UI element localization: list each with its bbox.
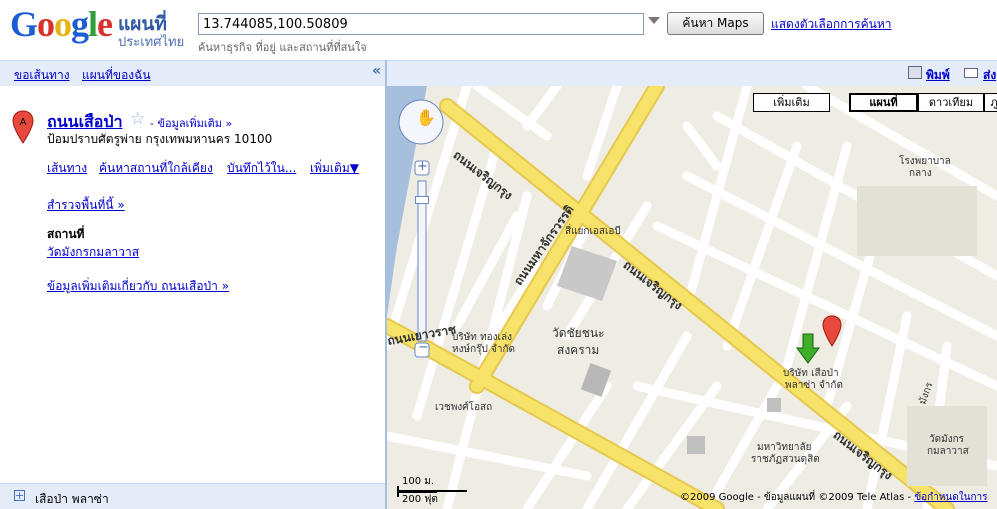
- map-label-company: หงษ์กรุ๊ป จำกัด: [452, 344, 516, 355]
- search-hint: ค้นหาธุรกิจ ที่อยู่ และสถานที่ที่สนใจ: [198, 41, 367, 54]
- map-toolbar: พิมพ์ ส่ง: [387, 60, 997, 86]
- action-directions[interactable]: เส้นทาง: [47, 159, 87, 178]
- map-label-university: ราชภัฏสวนดุสิต: [751, 454, 820, 465]
- star-icon[interactable]: ☆: [130, 109, 145, 129]
- map-canvas[interactable]: ถนนมหาจักรวรรดิ ถนนเจริญกรุง ถนนเจริญกรุ…: [387, 86, 997, 509]
- map-label-pharmacy: เวชพงศ์โอสถ: [435, 402, 493, 413]
- zoom-in-icon[interactable]: +: [417, 159, 428, 174]
- tab-my-maps[interactable]: แผนที่ของฉัน: [82, 66, 151, 85]
- action-search-nearby[interactable]: ค้นหาสถานที่ใกล้เคียง: [99, 159, 213, 178]
- maptype-more-button[interactable]: เพิ่มเติม: [753, 93, 830, 112]
- place-link-wat-mangkon[interactable]: วัดมังกรกมลาวาส: [47, 243, 139, 262]
- footer-label: เสือป่า พลาซ่า: [35, 492, 109, 506]
- collapse-panel-icon[interactable]: «: [372, 63, 381, 79]
- zoom-slider-handle[interactable]: [415, 196, 429, 204]
- mail-icon[interactable]: [964, 68, 978, 78]
- search-options-link[interactable]: แสดงตัวเลือกการค้นหา: [771, 15, 892, 34]
- left-footer[interactable]: + เสือป่า พลาซ่า: [0, 483, 385, 509]
- more-about-link[interactable]: ข้อมูลเพิ่มเติมเกี่ยวกับ ถนนเสือป่า »: [47, 277, 229, 296]
- maptype-satellite-button[interactable]: ดาวเทียม: [918, 93, 984, 112]
- printer-icon[interactable]: [908, 66, 922, 79]
- header: Google แผนที่ ประเทศไทย ค้นหา Maps แสดงต…: [0, 0, 997, 60]
- left-panel-tabs: ขอเส้นทาง แผนที่ของฉัน «: [0, 60, 385, 86]
- scale-imperial: 200 ฟุต: [402, 494, 438, 505]
- explore-area-link[interactable]: สำรวจพื้นที่นี้ »: [47, 196, 125, 215]
- map-roads: [387, 86, 997, 509]
- left-panel: A ถนนเสือป่า ☆ - ข้อมูลเพิ่มเติม » ป้อมป…: [0, 86, 385, 483]
- logo-subtitle-country: ประเทศไทย: [118, 35, 185, 50]
- pan-hand-icon[interactable]: ✋: [416, 108, 436, 127]
- map-copyright: ©2009 Google - ข้อมูลแผนที่ ©2009 Tele A…: [680, 490, 988, 505]
- send-link[interactable]: ส่ง: [983, 66, 996, 85]
- print-link[interactable]: พิมพ์: [926, 66, 950, 85]
- map-label-wat: กมลาวาส: [927, 446, 969, 457]
- search-input[interactable]: [198, 13, 644, 35]
- maptype-terrain-button[interactable]: ภู: [984, 93, 997, 112]
- scale-metric: 100 ม.: [402, 476, 435, 487]
- terms-link[interactable]: ข้อกำหนดในการ: [914, 492, 987, 503]
- google-logo[interactable]: Google: [10, 4, 113, 44]
- plus-icon[interactable]: +: [14, 490, 25, 501]
- places-heading: สถานที่: [47, 227, 85, 241]
- zoom-out-icon[interactable]: −: [418, 340, 429, 355]
- action-save-to[interactable]: บันทึกไว้ใน...: [227, 159, 296, 178]
- marker-a-icon[interactable]: A: [12, 110, 34, 144]
- copyright-text: ©2009 Google - ข้อมูลแผนที่ ©2009 Tele A…: [680, 492, 912, 503]
- marker-letter: A: [20, 117, 27, 128]
- place-address: ป้อมปราบศัตรูพ่าย กรุงเทพมหานคร 10100: [47, 132, 273, 146]
- chevron-down-icon[interactable]: [648, 17, 660, 24]
- map-label-hospital: กลาง: [909, 168, 932, 179]
- map-label-company: พลาซ่า จำกัด: [785, 380, 843, 391]
- tab-directions[interactable]: ขอเส้นทาง: [14, 66, 70, 85]
- search-maps-button[interactable]: ค้นหา Maps: [667, 12, 764, 35]
- maptype-map-button[interactable]: แผนที่: [849, 93, 918, 112]
- action-more[interactable]: เพิ่มเติม▼: [310, 159, 359, 178]
- map-label-temple: สงคราม: [557, 343, 600, 357]
- map-label-intersection: สี่แยกเอสเอบี: [565, 226, 621, 237]
